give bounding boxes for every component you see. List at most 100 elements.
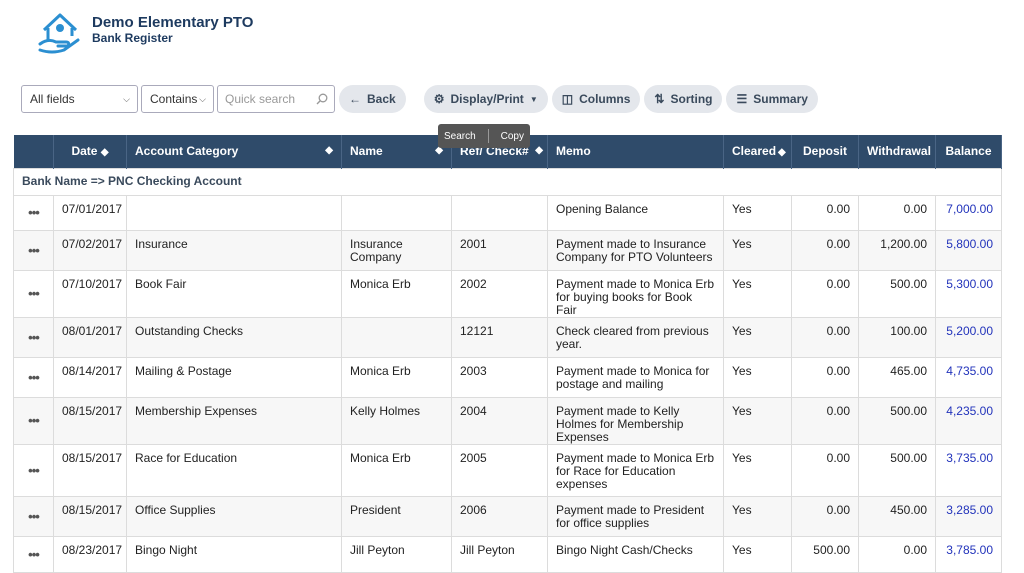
header-withdrawal[interactable]: Withdrawal xyxy=(858,135,936,168)
cell-balance[interactable]: 4,235.00 xyxy=(935,396,1002,445)
summary-button[interactable]: ☰ Summary xyxy=(726,85,818,113)
cell-deposit: 0.00 xyxy=(791,356,859,398)
row-actions-icon[interactable]: ••• xyxy=(13,356,54,398)
display-print-button[interactable]: ⚙ Display/Print ▼ xyxy=(423,85,548,113)
row-actions-icon[interactable]: ••• xyxy=(13,535,54,573)
cell-cleared: Yes xyxy=(723,396,792,445)
sorting-button[interactable]: ⇅ Sorting xyxy=(644,85,723,113)
row-actions-icon[interactable]: ••• xyxy=(13,495,54,537)
tooltip-search[interactable]: Search xyxy=(444,131,476,142)
header-cleared-label: Cleared xyxy=(732,144,777,159)
columns-button[interactable]: ◫ Columns xyxy=(551,85,641,113)
chevron-down-icon: ⌵ xyxy=(123,93,130,104)
row-actions-icon[interactable]: ••• xyxy=(13,396,54,445)
cell-memo: Payment made to Insurance Company for PT… xyxy=(547,229,724,271)
cell-deposit: 0.00 xyxy=(791,269,859,318)
cell-name: Monica Erb xyxy=(341,269,452,318)
header-deposit-label: Deposit xyxy=(802,144,847,159)
cell-deposit: 500.00 xyxy=(791,535,859,573)
cell-withdrawal: 0.00 xyxy=(858,194,936,231)
cell-name xyxy=(341,316,452,358)
table-row[interactable]: ••• 07/10/2017 Book Fair Monica Erb 2002… xyxy=(13,269,1002,318)
cell-category: Book Fair xyxy=(126,269,342,318)
cell-category: Bingo Night xyxy=(126,535,342,573)
cell-balance[interactable]: 5,800.00 xyxy=(935,229,1002,271)
cell-deposit: 0.00 xyxy=(791,443,859,497)
header-deposit[interactable]: Deposit xyxy=(791,135,859,168)
cell-ref: 2004 xyxy=(451,396,548,445)
back-button[interactable]: ← Back xyxy=(339,85,406,113)
row-actions-icon[interactable]: ••• xyxy=(13,443,54,497)
table-row[interactable]: ••• 07/01/2017 Opening Balance Yes 0.00 … xyxy=(13,194,1002,231)
cell-memo: Payment made to Monica Erb for buying bo… xyxy=(547,269,724,318)
pto-logo xyxy=(38,13,80,54)
cell-category: Outstanding Checks xyxy=(126,316,342,358)
row-actions-icon[interactable]: ••• xyxy=(13,269,54,318)
operator-select[interactable]: Contains ⌵ xyxy=(141,85,214,113)
table-row[interactable]: ••• 08/01/2017 Outstanding Checks 12121 … xyxy=(13,316,1002,358)
cell-category: Membership Expenses xyxy=(126,396,342,445)
cell-memo: Bingo Night Cash/Checks xyxy=(547,535,724,573)
sort-icon: ◆ xyxy=(325,145,333,156)
cell-ref xyxy=(451,194,548,231)
cell-balance[interactable]: 5,300.00 xyxy=(935,269,1002,318)
back-label: Back xyxy=(367,92,396,106)
header-cleared[interactable]: Cleared ◆ xyxy=(723,135,792,168)
cell-date: 08/15/2017 xyxy=(53,495,127,537)
cell-ref: 2006 xyxy=(451,495,548,537)
gear-icon: ⚙ xyxy=(433,92,445,106)
group-label: Bank Name => PNC Checking Account xyxy=(13,167,1002,196)
chevron-down-icon: ⌵ xyxy=(199,93,206,104)
cell-cleared: Yes xyxy=(723,356,792,398)
header-name[interactable]: Name ◆ xyxy=(341,135,452,168)
cell-balance[interactable]: 3,735.00 xyxy=(935,443,1002,497)
cell-ref: 2005 xyxy=(451,443,548,497)
header-date[interactable]: Date ◆ xyxy=(53,135,127,168)
cell-date: 07/10/2017 xyxy=(53,269,127,318)
sorting-label: Sorting xyxy=(670,92,713,106)
sort-icon: ◆ xyxy=(535,145,543,156)
cell-memo: Check cleared from previous year. xyxy=(547,316,724,358)
cell-memo: Payment made to Monica Erb for Race for … xyxy=(547,443,724,497)
table-row[interactable]: ••• 08/15/2017 Membership Expenses Kelly… xyxy=(13,396,1002,445)
sort-icon: ◆ xyxy=(778,147,786,159)
summary-label: Summary xyxy=(753,92,808,106)
cell-ref: 2002 xyxy=(451,269,548,318)
cell-cleared: Yes xyxy=(723,495,792,537)
table-row[interactable]: ••• 08/23/2017 Bingo Night Jill Peyton J… xyxy=(13,535,1002,573)
cell-withdrawal: 465.00 xyxy=(858,356,936,398)
row-actions-icon[interactable]: ••• xyxy=(13,316,54,358)
field-select[interactable]: All fields ⌵ xyxy=(21,85,138,113)
cell-cleared: Yes xyxy=(723,535,792,573)
toolbar: All fields ⌵ Contains ⌵ Quick search ← B… xyxy=(21,84,818,114)
header-account-category[interactable]: Account Category ◆ xyxy=(126,135,342,168)
page-header: Demo Elementary PTO Bank Register xyxy=(34,6,253,62)
list-icon: ☰ xyxy=(736,92,748,106)
search-placeholder: Quick search xyxy=(225,92,296,106)
cell-withdrawal: 100.00 xyxy=(858,316,936,358)
cell-name: Kelly Holmes xyxy=(341,396,452,445)
header-balance[interactable]: Balance xyxy=(935,135,1002,168)
row-actions-icon[interactable]: ••• xyxy=(13,194,54,231)
cell-name: President xyxy=(341,495,452,537)
header-name-label: Name xyxy=(350,144,383,159)
table-row[interactable]: ••• 08/15/2017 Race for Education Monica… xyxy=(13,443,1002,497)
header-memo[interactable]: Memo xyxy=(547,135,724,168)
quick-search-input[interactable]: Quick search xyxy=(217,85,335,113)
cell-balance[interactable]: 3,285.00 xyxy=(935,495,1002,537)
table-row[interactable]: ••• 07/02/2017 Insurance Insurance Compa… xyxy=(13,229,1002,271)
group-row: Bank Name => PNC Checking Account xyxy=(13,167,1002,196)
tooltip-copy[interactable]: Copy xyxy=(501,131,524,142)
cell-deposit: 0.00 xyxy=(791,396,859,445)
cell-memo: Payment made to President for office sup… xyxy=(547,495,724,537)
cell-balance[interactable]: 5,200.00 xyxy=(935,316,1002,358)
cell-balance[interactable]: 3,785.00 xyxy=(935,535,1002,573)
cell-withdrawal: 500.00 xyxy=(858,269,936,318)
table-row[interactable]: ••• 08/14/2017 Mailing & Postage Monica … xyxy=(13,356,1002,398)
cell-cleared: Yes xyxy=(723,194,792,231)
cell-balance[interactable]: 7,000.00 xyxy=(935,194,1002,231)
row-actions-icon[interactable]: ••• xyxy=(13,229,54,271)
cell-name: Monica Erb xyxy=(341,356,452,398)
cell-balance[interactable]: 4,735.00 xyxy=(935,356,1002,398)
table-row[interactable]: ••• 08/15/2017 Office Supplies President… xyxy=(13,495,1002,537)
